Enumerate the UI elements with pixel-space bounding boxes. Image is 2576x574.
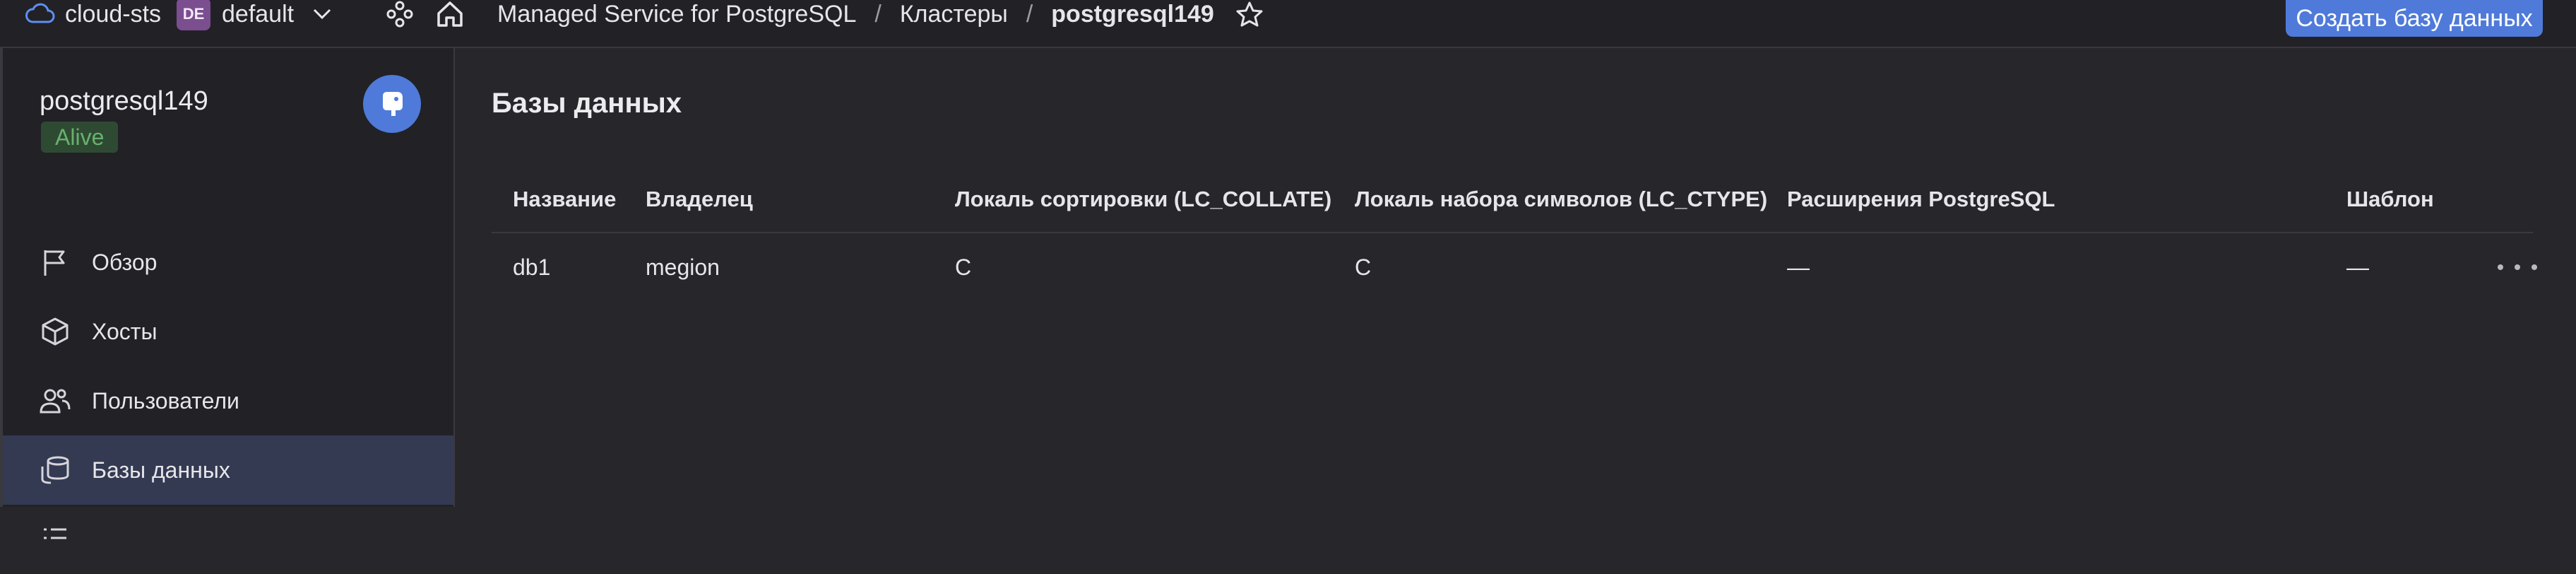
- column-header-lc-ctype: Локаль набора символов (LC_CTYPE): [1355, 187, 1768, 211]
- databases-table: Название Владелец Локаль сортировки (LC_…: [492, 167, 2537, 301]
- cloud-name: cloud-sts: [65, 0, 162, 28]
- column-header-owner: Владелец: [646, 187, 753, 211]
- sidebar-item-label: Хосты: [92, 318, 158, 344]
- column-header-extensions: Расширения PostgreSQL: [1787, 187, 2055, 211]
- users-icon: [38, 384, 72, 418]
- cell-template: —: [2346, 254, 2369, 280]
- breadcrumb: Managed Service for PostgreSQL / Кластер…: [497, 0, 1264, 28]
- sidebar-item-databases[interactable]: Базы данных: [3, 435, 453, 505]
- cell-name: db1: [513, 254, 551, 280]
- sidebar-item-partial[interactable]: [3, 505, 453, 574]
- cloud-icon: [24, 2, 55, 26]
- cell-lc-ctype: C: [1355, 254, 1372, 280]
- flag-icon: [38, 245, 72, 279]
- sidebar-item-label: Обзор: [92, 249, 158, 275]
- cube-icon: [38, 315, 72, 348]
- breadcrumb-separator: /: [1026, 0, 1033, 28]
- sidebar: postgresql149 Alive Обзор Хосты Пользова…: [0, 48, 455, 539]
- postgresql-icon: [363, 75, 421, 133]
- folder-name: default: [222, 0, 295, 28]
- breadcrumb-clusters[interactable]: Кластеры: [900, 1, 1008, 28]
- folder-selector[interactable]: DE default: [177, 0, 332, 33]
- databases-icon: [38, 453, 72, 487]
- more-actions-icon[interactable]: [2498, 253, 2537, 281]
- sidebar-item-label: Базы данных: [92, 457, 230, 483]
- home-icon[interactable]: [435, 0, 465, 28]
- sidebar-item-label: Пользователи: [92, 387, 239, 414]
- breadcrumb-separator: /: [874, 0, 882, 28]
- status-badge: Alive: [41, 122, 119, 153]
- services-icon[interactable]: [386, 0, 414, 28]
- table-header: Название Владелец Локаль сортировки (LC_…: [492, 167, 2533, 233]
- column-header-lc-collate: Локаль сортировки (LC_COLLATE): [955, 187, 1332, 211]
- cell-extensions: —: [1787, 254, 1810, 280]
- cloud-selector[interactable]: cloud-sts: [24, 0, 161, 28]
- column-header-name: Название: [513, 187, 617, 211]
- sidebar-item-users[interactable]: Пользователи: [3, 366, 453, 435]
- top-bar: cloud-sts DE default Managed Service for…: [0, 0, 2576, 48]
- folder-badge: DE: [177, 0, 210, 30]
- main-content: Базы данных Название Владелец Локаль сор…: [455, 48, 2576, 507]
- chevron-down-icon: [312, 8, 332, 20]
- cluster-name: postgresql149: [40, 86, 208, 116]
- breadcrumb-service[interactable]: Managed Service for PostgreSQL: [497, 1, 856, 28]
- breadcrumb-current: postgresql149: [1051, 0, 1214, 28]
- table-row[interactable]: db1 megion C C — —: [492, 233, 2537, 301]
- sidebar-item-hosts[interactable]: Хосты: [3, 297, 453, 366]
- sidebar-item-overview[interactable]: Обзор: [3, 228, 453, 297]
- page-title: Базы данных: [492, 88, 682, 119]
- star-icon[interactable]: [1235, 1, 1264, 28]
- cell-lc-collate: C: [955, 254, 972, 280]
- column-header-template: Шаблон: [2346, 187, 2434, 211]
- create-database-button[interactable]: Создать базу данных: [2286, 0, 2543, 37]
- list-icon: [38, 522, 72, 556]
- cell-owner: megion: [646, 254, 720, 280]
